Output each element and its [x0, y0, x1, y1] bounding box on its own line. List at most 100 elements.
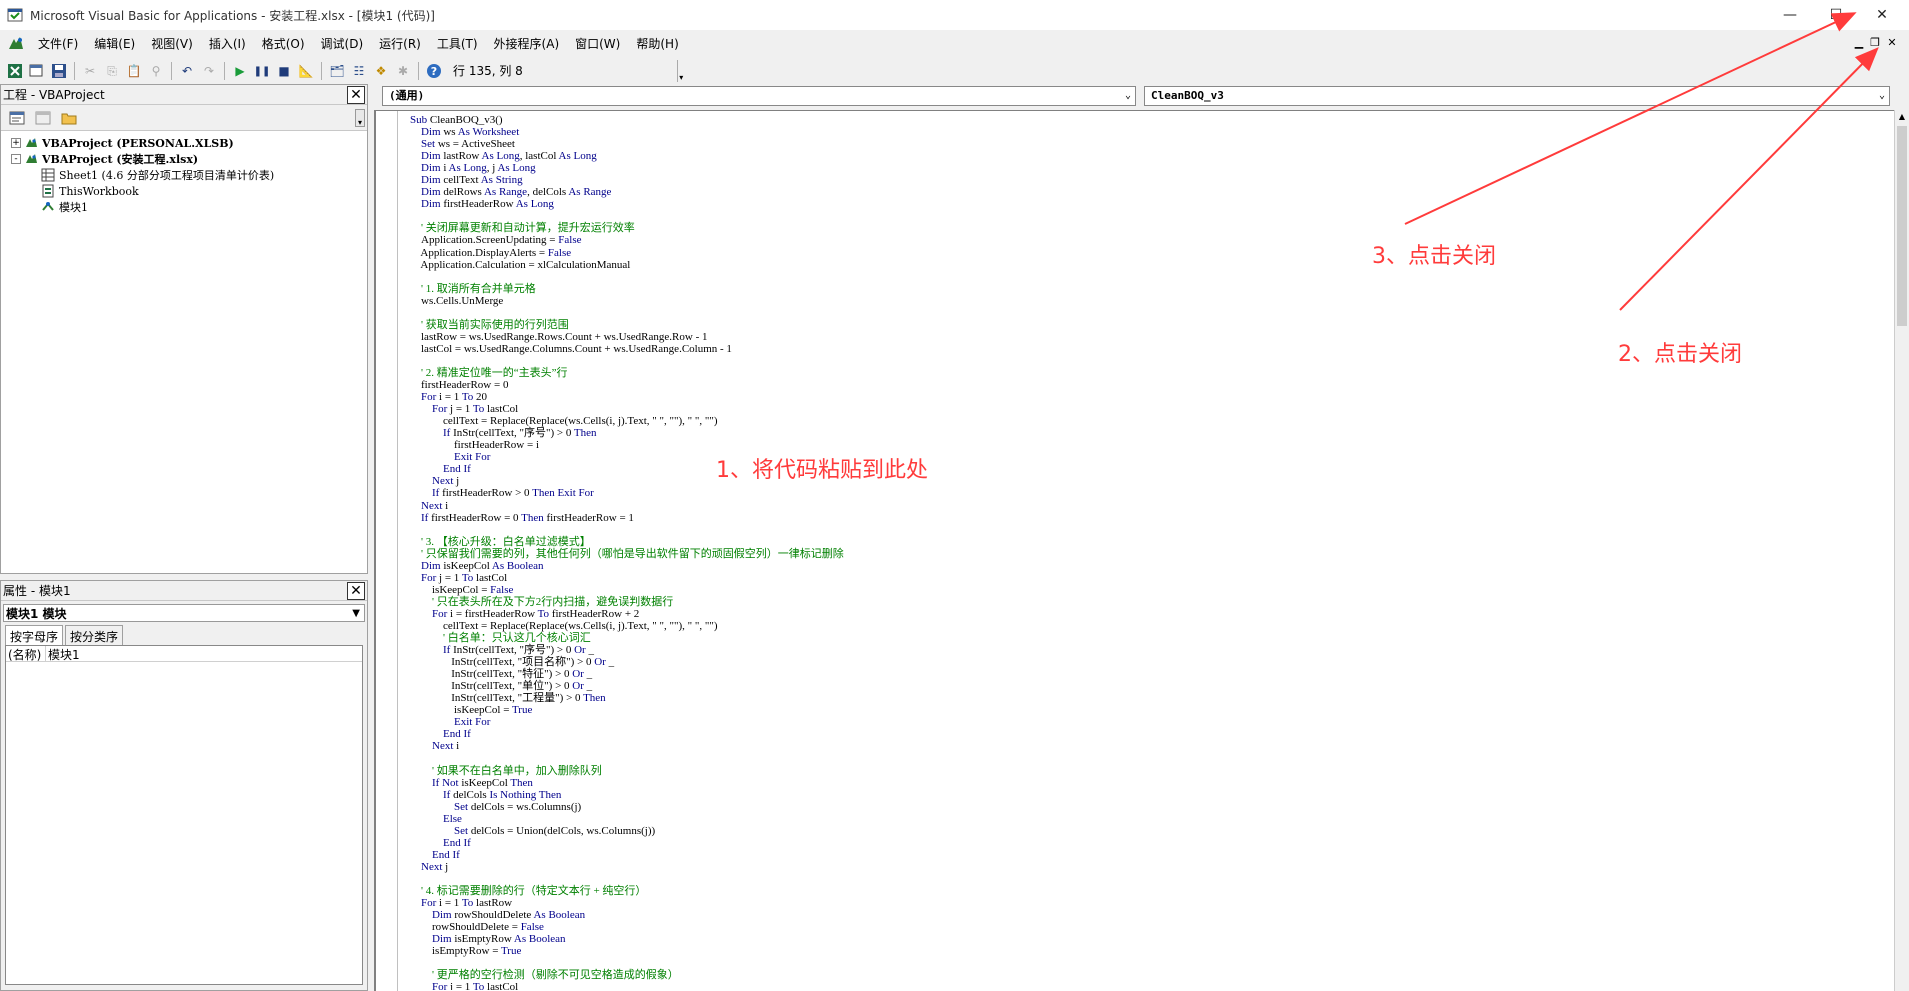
menu-insert[interactable]: 插入(I)	[201, 33, 254, 55]
property-value[interactable]: 模块1	[46, 646, 80, 662]
object-select[interactable]: 模块1 模块 ▼	[3, 604, 365, 622]
tree-item[interactable]: Sheet1 (4.6 分部分项工程项目清单计价表)	[1, 167, 367, 183]
menu-format[interactable]: 格式(O)	[254, 33, 313, 55]
annotation-close-2: 2、点击关闭	[1618, 342, 1742, 367]
tree-item-label: ThisWorkbook	[59, 184, 139, 198]
properties-window-button[interactable]: ☷	[348, 60, 370, 82]
insert-module-button[interactable]	[26, 60, 48, 82]
scroll-up-icon[interactable]: ▲	[1895, 110, 1909, 124]
tree-item-label: VBAProject (安装工程.xlsx)	[42, 153, 199, 166]
paste-icon: 📋	[126, 64, 142, 78]
worksheet-icon	[41, 168, 55, 182]
insert-module-icon	[29, 64, 43, 77]
maximize-button[interactable]: ☐	[1813, 0, 1859, 30]
properties-tabs: 按字母序 按分类序	[1, 625, 367, 645]
menu-file[interactable]: 文件(F)	[30, 33, 86, 55]
menu-debug[interactable]: 调试(D)	[313, 33, 372, 55]
copy-button[interactable]: ⎘	[101, 60, 123, 82]
menu-view[interactable]: 视图(V)	[143, 33, 201, 55]
tree-item[interactable]: - VBAProject (安装工程.xlsx)	[1, 151, 367, 167]
redo-icon: ↷	[203, 64, 215, 78]
annotation-paste-code: 1、将代码粘贴到此处	[716, 458, 928, 483]
menu-edit[interactable]: 编辑(E)	[86, 33, 143, 55]
maximize-icon: ☐	[1829, 7, 1843, 23]
menu-help[interactable]: 帮助(H)	[628, 33, 686, 55]
scrollbar-thumb[interactable]	[1897, 126, 1907, 326]
tree-item[interactable]: 模块1	[1, 199, 367, 215]
vba-project-icon	[24, 152, 38, 166]
toolbar-options-icon[interactable]: ▾	[676, 60, 685, 82]
object-browser-button[interactable]: ❖	[370, 60, 392, 82]
expand-icon[interactable]: +	[11, 138, 21, 148]
procedure-combo-value: CleanBOQ_v3	[1151, 89, 1224, 102]
svg-text:?: ?	[431, 65, 437, 78]
menu-window[interactable]: 窗口(W)	[567, 33, 628, 55]
chevron-down-icon: ⌄	[1878, 90, 1885, 101]
save-button[interactable]	[48, 60, 70, 82]
object-combo-value: (通用)	[389, 89, 425, 102]
minimize-button[interactable]: —	[1767, 0, 1813, 30]
reset-button[interactable]: ■	[273, 60, 295, 82]
stop-icon: ■	[278, 64, 290, 78]
view-code-button[interactable]	[7, 109, 27, 127]
toolbox-button[interactable]: ✱	[392, 60, 414, 82]
property-row[interactable]: (名称) 模块1	[6, 646, 362, 662]
toolbox-icon: ✱	[397, 64, 409, 78]
code-window[interactable]: Sub CleanBOQ_v3() Dim ws As Worksheet Se…	[374, 110, 1894, 991]
vba-menu-icon[interactable]	[6, 34, 26, 54]
collapse-icon[interactable]: -	[11, 154, 21, 164]
run-button[interactable]: ▶	[229, 60, 251, 82]
cut-icon: ✂	[84, 64, 96, 78]
undo-icon: ↶	[181, 64, 193, 78]
redo-button[interactable]: ↷	[198, 60, 220, 82]
toolbar-separator	[171, 62, 172, 80]
vba-project-icon	[24, 136, 38, 150]
vba-app-icon	[6, 6, 24, 24]
project-explorer-button[interactable]: 🗂	[326, 60, 348, 82]
close-button[interactable]: ✕	[1859, 0, 1905, 30]
code-vertical-scrollbar[interactable]: ▲	[1894, 110, 1909, 991]
folder-icon	[61, 113, 77, 124]
menu-run[interactable]: 运行(R)	[371, 33, 429, 55]
close-icon: ✕	[350, 87, 362, 103]
scroll-down-icon[interactable]: ▾	[355, 109, 365, 127]
menu-addins[interactable]: 外接程序(A)	[486, 33, 568, 55]
properties-close-button[interactable]: ✕	[347, 582, 365, 600]
mdi-close-icon[interactable]: ✕	[1885, 36, 1899, 49]
break-button[interactable]: ❚❚	[251, 60, 273, 82]
copy-icon: ⎘	[107, 63, 117, 78]
view-excel-button[interactable]	[4, 60, 26, 82]
tab-alphabetic[interactable]: 按字母序	[5, 625, 64, 645]
cut-button[interactable]: ✂	[79, 60, 101, 82]
mdi-restore-icon[interactable]: ❐	[1868, 36, 1882, 49]
object-combo[interactable]: (通用) ⌄	[382, 86, 1136, 106]
close-icon: ✕	[350, 583, 362, 599]
view-object-button[interactable]	[33, 109, 53, 127]
paste-button[interactable]: 📋	[123, 60, 145, 82]
design-mode-button[interactable]: 📐	[295, 60, 317, 82]
project-explorer-title: 工程 - VBAProject	[3, 88, 105, 102]
mdi-minimize-icon[interactable]: ▁	[1852, 36, 1866, 49]
tab-categorized[interactable]: 按分类序	[65, 625, 124, 645]
undo-button[interactable]: ↶	[176, 60, 198, 82]
object-browser-icon: ❖	[375, 64, 387, 78]
tree-item[interactable]: + VBAProject (PERSONAL.XLSB)	[1, 135, 367, 151]
help-icon: ?	[427, 64, 441, 78]
project-explorer-close-button[interactable]: ✕	[347, 86, 365, 104]
menu-tools[interactable]: 工具(T)	[429, 33, 486, 55]
find-button[interactable]: ⚲	[145, 60, 167, 82]
menu-bar: 文件(F) 编辑(E) 视图(V) 插入(I) 格式(O) 调试(D) 运行(R…	[0, 30, 1909, 58]
minimize-icon: —	[1783, 7, 1797, 23]
pause-icon: ❚❚	[253, 65, 271, 77]
procedure-combo[interactable]: CleanBOQ_v3 ⌄	[1144, 86, 1890, 106]
code-text[interactable]: Sub CleanBOQ_v3() Dim ws As Worksheet Se…	[410, 114, 1870, 990]
help-button[interactable]: ?	[423, 60, 445, 82]
code-editor[interactable]: Sub CleanBOQ_v3() Dim ws As Worksheet Se…	[410, 114, 1870, 990]
chevron-down-icon: ▼	[352, 607, 360, 619]
tree-item[interactable]: ThisWorkbook	[1, 183, 367, 199]
toggle-folders-button[interactable]	[59, 109, 79, 127]
view-object-icon	[35, 111, 51, 124]
cursor-position: 行 135, 列 8	[453, 64, 523, 78]
project-tree: + VBAProject (PERSONAL.XLSB) - VBAProject (…	[1, 131, 367, 215]
code-margin-indicator-bar[interactable]	[376, 111, 398, 991]
